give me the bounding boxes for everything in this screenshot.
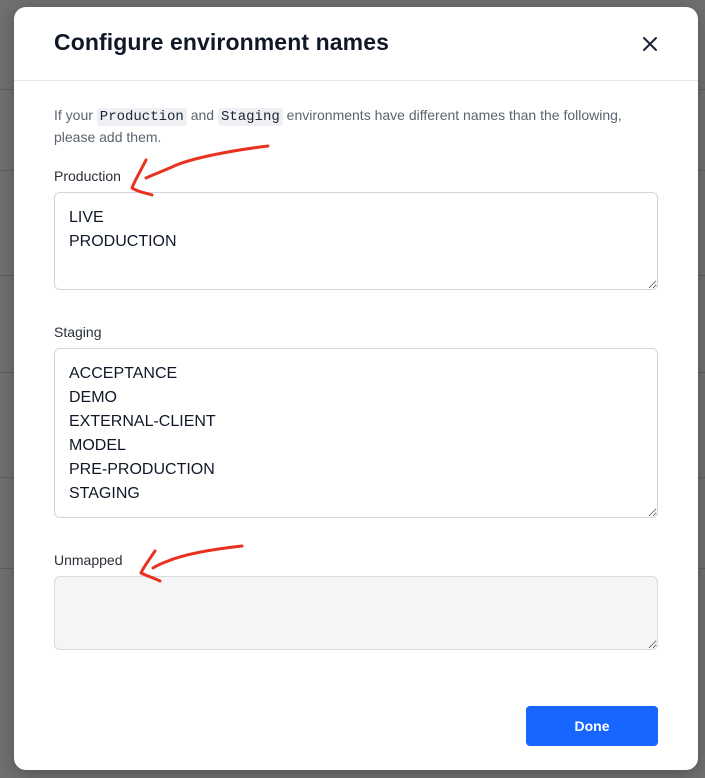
modal-header: Configure environment names <box>14 7 698 81</box>
close-icon <box>643 37 657 51</box>
production-label: Production <box>54 168 121 184</box>
unmapped-textarea[interactable] <box>54 576 658 650</box>
staging-code-tag: Staging <box>217 108 283 126</box>
close-button[interactable] <box>638 32 662 56</box>
unmapped-label: Unmapped <box>54 552 123 568</box>
done-button[interactable]: Done <box>526 706 658 746</box>
production-code-tag: Production <box>96 108 187 126</box>
description-text: If your <box>54 107 97 123</box>
staging-textarea[interactable] <box>54 348 658 518</box>
configure-environment-modal: Configure environment names If your Prod… <box>14 7 698 770</box>
staging-label: Staging <box>54 324 102 340</box>
production-textarea[interactable] <box>54 192 658 290</box>
modal-title: Configure environment names <box>54 29 389 55</box>
description-text: and <box>186 107 218 123</box>
modal-description: If your Production and Staging environme… <box>54 105 654 147</box>
